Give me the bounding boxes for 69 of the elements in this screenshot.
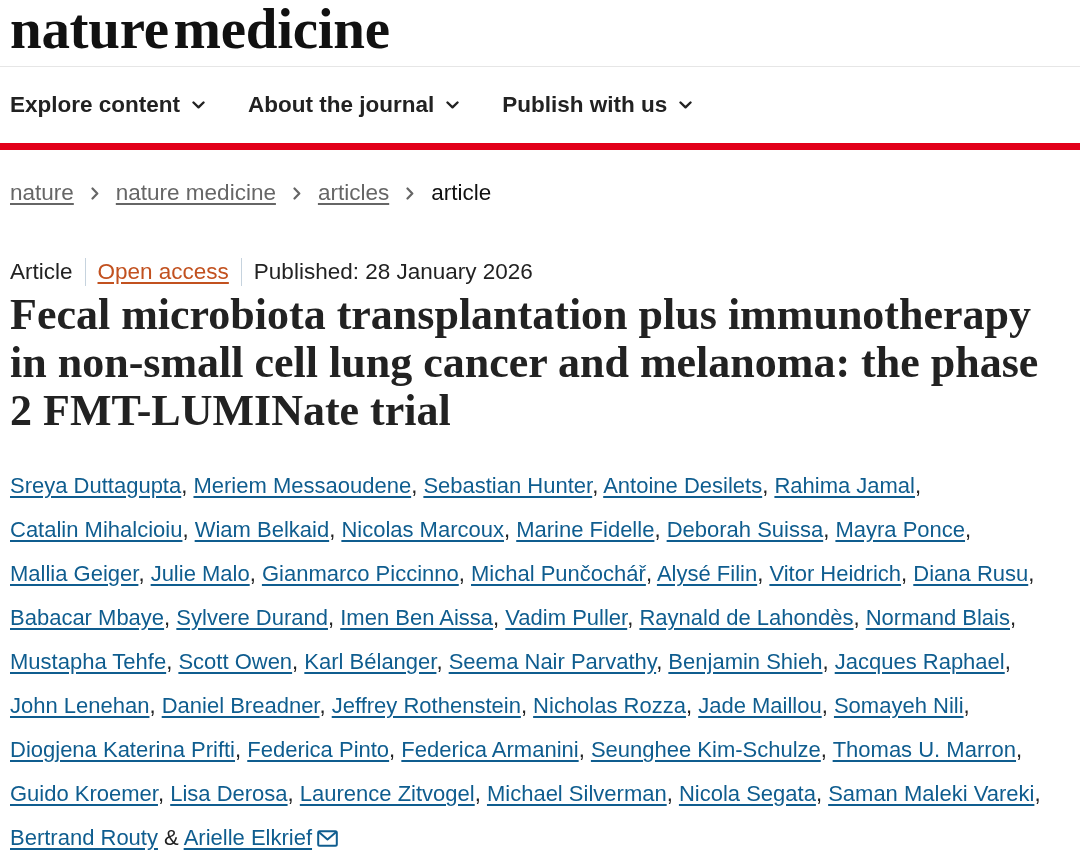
breadcrumb-link[interactable]: articles — [317, 181, 390, 205]
chevron-right-icon — [90, 186, 99, 200]
author-link[interactable]: Bertrand Routy — [10, 825, 158, 850]
author-link[interactable]: Sreya Duttagupta — [10, 473, 182, 498]
author-link[interactable]: Marine Fidelle — [516, 517, 655, 542]
breadcrumb-current: article — [431, 181, 492, 205]
chevron-down-icon — [446, 101, 460, 109]
author-link[interactable]: Catalin Mihalcioiu — [10, 517, 183, 542]
chevron-right-icon — [292, 186, 301, 200]
author-link[interactable]: Jeffrey Rothenstein — [331, 693, 521, 718]
author-link[interactable]: Gianmarco Piccinno — [261, 561, 459, 586]
author-link[interactable]: Seunghee Kim-Schulze — [590, 737, 821, 762]
author-link[interactable]: Michael Silverman — [486, 781, 667, 806]
author-link[interactable]: Benjamin Shieh — [668, 649, 823, 674]
author-link[interactable]: Rahima Jamal — [774, 473, 915, 498]
author-link[interactable]: John Lenehan — [10, 693, 150, 718]
author-link[interactable]: Daniel Breadner — [161, 693, 320, 718]
author-link[interactable]: Vitor Heidrich — [769, 561, 902, 586]
author-link[interactable]: Saman Maleki Vareki — [828, 781, 1035, 806]
nav-menu-button[interactable]: Explore content — [10, 92, 206, 118]
author-link[interactable]: Thomas U. Marron — [832, 737, 1017, 762]
author-link[interactable]: Laurence Zitvogel — [299, 781, 475, 806]
author-link[interactable]: Wiam Belkaid — [194, 517, 330, 542]
site-logo[interactable]: nature medicine — [10, 1, 390, 57]
author-link[interactable]: Diana Rusu — [913, 561, 1029, 586]
nav-menu-button[interactable]: About the journal — [248, 92, 460, 118]
publish-date: Published: 28 January 2026 — [253, 260, 533, 284]
author-link[interactable]: Sylvere Durand — [176, 605, 328, 630]
author-link[interactable]: Diogjena Katerina Prifti — [10, 737, 235, 762]
nav-menu-button[interactable]: Publish with us — [502, 92, 693, 118]
author-link[interactable]: Scott Owen — [178, 649, 293, 674]
author-link[interactable]: Normand Blais — [865, 605, 1010, 630]
author-link[interactable]: Federica Armanini — [401, 737, 579, 762]
author-link[interactable]: Alysé Filin — [656, 561, 758, 586]
author-link[interactable]: Imen Ben Aissa — [340, 605, 494, 630]
article-title: Fecal microbiota transplantation plus immunotherapy in non-small cell lung cancer and melanoma: the phase 2 FMT-LUMINate trial — [10, 291, 1040, 435]
author-link[interactable]: Arielle Elkrief — [183, 825, 313, 850]
author-link[interactable]: Jade Maillou — [698, 693, 822, 718]
author-link[interactable]: Seema Nair Parvathy — [448, 649, 657, 674]
author-link[interactable]: Mayra Ponce — [835, 517, 966, 542]
author-link[interactable]: Lisa Derosa — [170, 781, 288, 806]
open-access-link[interactable]: Open access — [97, 260, 229, 284]
mail-icon[interactable] — [317, 830, 339, 847]
author-link[interactable]: Somayeh Nili — [833, 693, 964, 718]
author-link[interactable]: Jacques Raphael — [834, 649, 1005, 674]
chevron-down-icon — [679, 101, 693, 109]
author-link[interactable]: Babacar Mbaye — [10, 605, 165, 630]
author-link[interactable]: Guido Kroemer — [10, 781, 158, 806]
author-link[interactable]: Julie Malo — [150, 561, 250, 586]
chevron-down-icon — [192, 101, 206, 109]
author-link[interactable]: Nicolas Marcoux — [341, 517, 504, 542]
chevron-right-icon — [406, 186, 415, 200]
author-link[interactable]: Sebastian Hunter — [423, 473, 593, 498]
author-link[interactable]: Nicola Segata — [678, 781, 816, 806]
author-link[interactable]: Raynald de Lahondès — [639, 605, 854, 630]
article-type: Article — [10, 260, 73, 284]
author-link[interactable]: Vadim Puller — [505, 605, 628, 630]
breadcrumb-link[interactable]: nature medicine — [115, 181, 276, 205]
author-link[interactable]: Mallia Geiger — [10, 561, 139, 586]
author-link[interactable]: Mustapha Tehfe — [10, 649, 167, 674]
breadcrumb-link[interactable]: nature — [10, 181, 74, 205]
author-link[interactable]: Federica Pinto — [247, 737, 390, 762]
author-link[interactable]: Karl Bélanger — [304, 649, 437, 674]
author-link[interactable]: Antoine Desilets — [603, 473, 763, 498]
author-link[interactable]: Meriem Messaoudene — [193, 473, 412, 498]
author-link[interactable]: Michal Punčochář — [471, 561, 646, 586]
author-list: Sreya Duttagupta, Meriem Messaoudene, Sebastian Hunter, Antoine Desilets, Rahima Jamal, Catalin Mihalcioiu, Wiam Belkaid, Nicolas Marcoux, Marine Fidelle, Deborah Suissa, Mayra Ponce, Mallia Geiger, Julie Malo, Gianmarco Piccinno, Michal Punčochář, Alysé Filin, Vitor Heidrich, Diana Rusu, Babacar Mbaye, Sylvere Durand, Imen Ben Aissa, Vadim Puller, Raynald de Lahondès, Normand Blais, Mustapha Tehfe, Scott Owen, Karl Bélanger, Seema Nair Parvathy, Benjamin Shieh, Jacques Raphael, John Lenehan, Daniel Breadner, Jeffrey Rothenstein, Nicholas Rozza, Jade Maillou, Somayeh Nili, Diogjena Katerina Prifti, Federica Pinto, Federica Armanini, Seunghee Kim-Schulze, Thomas U. Marron, Guido Kroemer, Lisa Derosa, Laurence Zitvogel, Michael Silverman, Nicola Segata, Saman Maleki Vareki, Bertrand Routy & Arielle Elkrief — [10, 464, 1070, 860]
author-link[interactable]: Deborah Suissa — [666, 517, 824, 542]
author-link[interactable]: Nicholas Rozza — [533, 693, 686, 718]
